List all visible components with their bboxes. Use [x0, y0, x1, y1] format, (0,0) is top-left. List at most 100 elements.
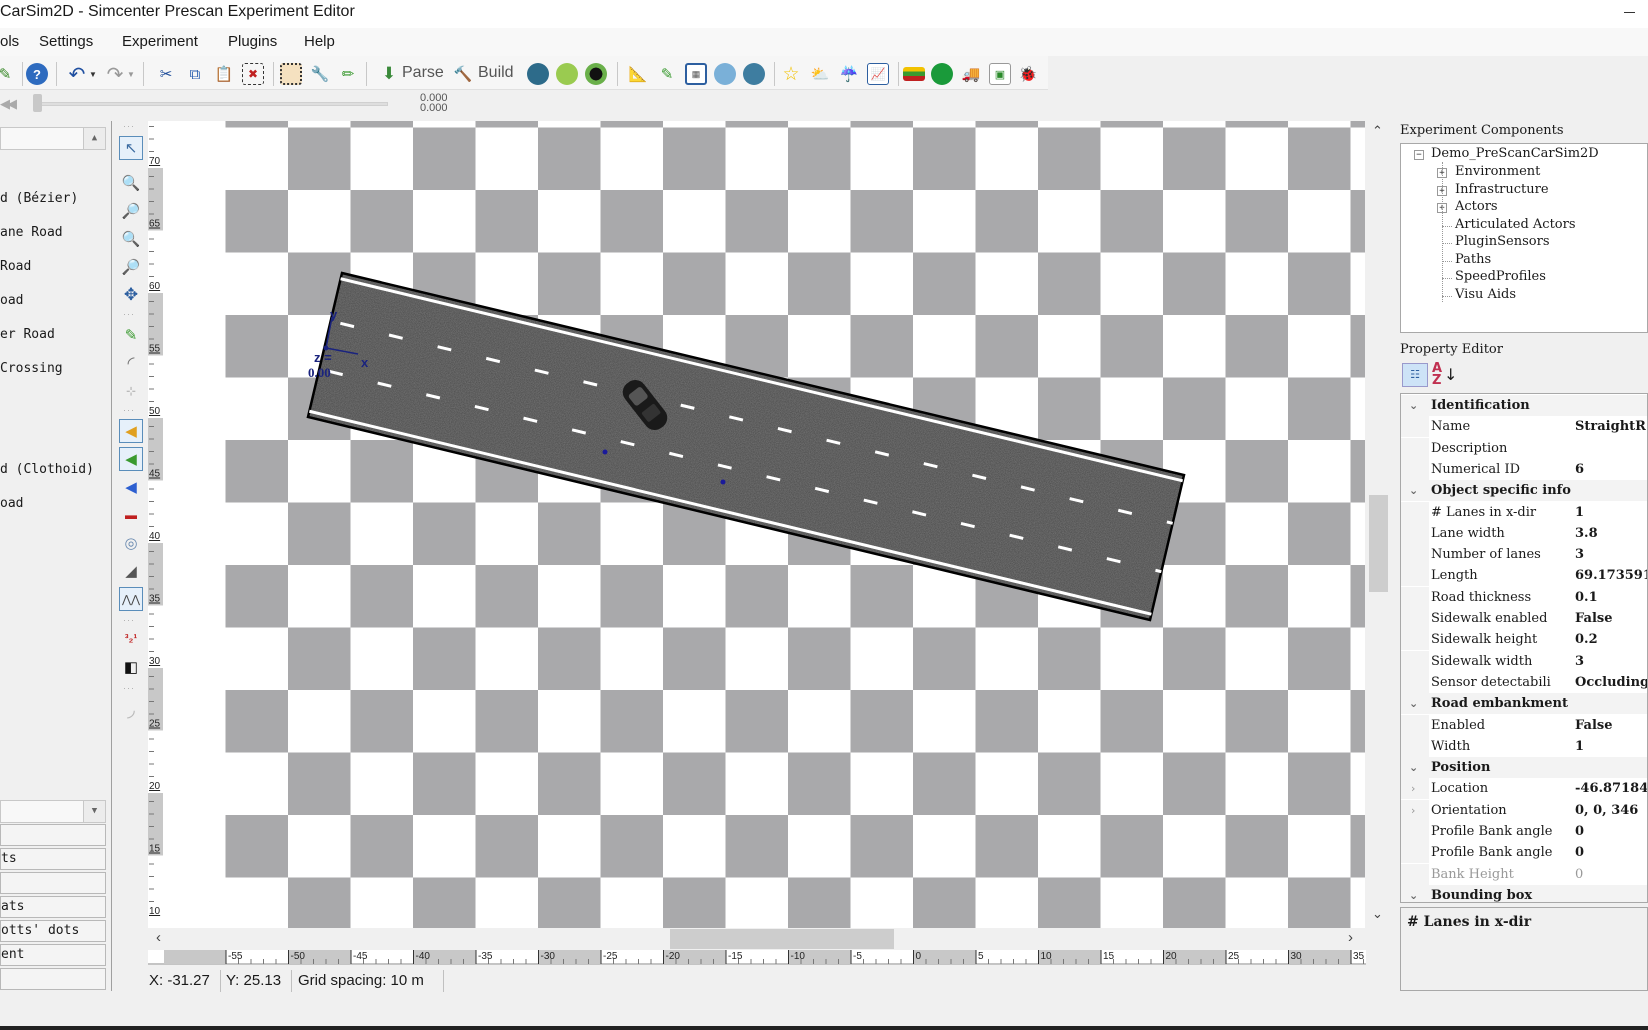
library-item[interactable]: oad — [0, 496, 23, 511]
globe-clock-icon[interactable] — [556, 63, 578, 85]
property-value[interactable]: 69.173591 — [1575, 565, 1647, 586]
property-row[interactable]: Width 1 — [1401, 735, 1647, 757]
light-icon[interactable]: ▬ — [119, 503, 143, 527]
property-value[interactable]: 1 — [1575, 736, 1584, 757]
parse-button[interactable]: Parse — [402, 64, 444, 82]
property-category[interactable]: ⌄ Road embankment — [1401, 693, 1647, 715]
property-value[interactable]: 3 — [1575, 544, 1584, 565]
property-value[interactable]: 3 — [1575, 651, 1584, 672]
library-category-button[interactable] — [0, 824, 106, 846]
property-value[interactable]: StraightR — [1575, 416, 1646, 437]
select-all-icon[interactable] — [280, 63, 302, 85]
property-row[interactable]: Profile Bank angle 0 — [1401, 842, 1647, 864]
select-pointer-icon[interactable]: ↖ — [119, 136, 143, 160]
trajectory-icon[interactable]: ⋀⋀ — [119, 587, 143, 611]
menu-tools[interactable]: ols — [0, 33, 19, 50]
horizontal-scrollbar[interactable]: ‹ › — [148, 928, 1366, 950]
path-waypoint[interactable] — [720, 479, 726, 485]
property-row[interactable]: Lane width 3.8 — [1401, 522, 1647, 544]
pencil-icon[interactable]: ✏ — [337, 63, 359, 85]
tree-node[interactable]: Actors — [1455, 199, 1498, 214]
library-item[interactable]: Road — [0, 259, 31, 274]
redo-dropdown-icon[interactable]: ▼ — [126, 63, 136, 85]
library-item[interactable]: Crossing — [0, 361, 63, 376]
chevron-down-icon[interactable]: ⌄ — [1409, 757, 1418, 778]
library-category-button[interactable]: ent — [0, 944, 106, 966]
property-row[interactable]: Sensor detectabili Occluding — [1401, 671, 1647, 693]
lidar-sensor-icon[interactable]: ◀ — [119, 475, 143, 499]
property-value[interactable]: 0.1 — [1575, 587, 1598, 608]
build-icon[interactable]: 🔨 — [452, 63, 474, 85]
scene-canvas[interactable]: x y z = 0.00 — [163, 121, 1365, 928]
property-value[interactable]: 3.8 — [1575, 523, 1598, 544]
path-waypoint[interactable] — [602, 449, 608, 455]
library-item[interactable]: ane Road — [0, 225, 63, 240]
library-item[interactable]: oad — [0, 293, 23, 308]
globe-camera-icon[interactable] — [527, 63, 549, 85]
property-value[interactable]: 0 — [1575, 842, 1584, 863]
vertical-scroll-thumb[interactable] — [1369, 495, 1388, 592]
property-row[interactable]: Sidewalk height 0.2 — [1401, 629, 1647, 651]
property-value[interactable]: -46.87184 — [1575, 778, 1647, 799]
tree-node[interactable]: Environment — [1455, 164, 1540, 179]
paste-icon[interactable]: 📋 — [213, 63, 235, 85]
property-category[interactable]: ⌄ Bounding box — [1401, 884, 1647, 902]
property-value[interactable]: 0 — [1575, 821, 1584, 842]
library-search-combo[interactable]: ▲ — [0, 127, 106, 150]
property-value[interactable]: 0 — [1575, 864, 1583, 885]
tree-root[interactable]: Demo_PreScanCarSim2D — [1431, 146, 1599, 161]
edit-icon[interactable]: ✎ — [0, 63, 16, 85]
menu-settings[interactable]: Settings — [39, 33, 93, 50]
property-row[interactable]: Profile Bank angle 0 — [1401, 821, 1647, 842]
rain-icon[interactable]: ☔ — [838, 63, 860, 85]
menu-plugins[interactable]: Plugins — [228, 33, 277, 50]
chevron-right-icon[interactable]: › — [1348, 929, 1353, 946]
property-row[interactable]: # Lanes in x-dir 1 — [1401, 501, 1647, 523]
time-slider-handle[interactable] — [33, 94, 42, 112]
globe-wrench-icon[interactable] — [743, 63, 765, 85]
zoom-window-icon[interactable]: 🔎 — [119, 255, 143, 279]
property-row[interactable]: Road thickness 0.1 — [1401, 586, 1647, 608]
collapse-icon[interactable]: − — [1414, 150, 1424, 160]
property-value[interactable]: 0, 0, 346 — [1575, 800, 1638, 821]
property-value[interactable]: 1 — [1575, 502, 1584, 523]
property-value[interactable]: 0.2 — [1575, 629, 1598, 650]
chart-icon[interactable]: 📈 — [867, 63, 889, 85]
library-item[interactable]: d (Clothoid) — [0, 462, 94, 477]
numbering-icon[interactable]: ³₂¹ — [119, 627, 143, 651]
arc-icon[interactable]: ◞ — [119, 697, 143, 721]
tree-node[interactable]: Paths — [1455, 252, 1491, 267]
redo-icon[interactable]: ↷ — [104, 63, 126, 86]
property-row[interactable]: Length 69.173591 — [1401, 565, 1647, 587]
property-value[interactable]: False — [1575, 608, 1612, 629]
scene-view[interactable]: x y z =0.00 — [163, 121, 1365, 928]
library-category-button[interactable] — [0, 872, 106, 894]
truck-icon[interactable]: 🚚 — [960, 63, 982, 85]
library-category-button[interactable]: otts' dots — [0, 920, 106, 942]
rewind-icon[interactable]: ◀◀ — [0, 96, 17, 112]
layers-icon[interactable] — [903, 67, 925, 81]
delete-icon[interactable]: ✖ — [242, 63, 264, 85]
layer-order-icon[interactable]: ◧ — [119, 655, 143, 679]
compass-icon[interactable] — [714, 63, 736, 85]
pan-icon[interactable]: ✥ — [119, 283, 143, 307]
property-row[interactable]: Enabled False — [1401, 714, 1647, 736]
chevron-right-icon[interactable]: › — [1411, 800, 1415, 821]
weather-cloud-icon[interactable]: ⛅ — [809, 63, 831, 85]
property-row[interactable]: Description — [1401, 437, 1647, 459]
undo-icon[interactable]: ↶ — [66, 63, 88, 86]
scroll-up-icon[interactable]: ▲ — [83, 128, 105, 149]
library-category-button[interactable] — [0, 968, 106, 990]
build-button[interactable]: Build — [478, 64, 514, 82]
settings-wrench-icon[interactable]: 🔧 — [309, 63, 331, 85]
grid-icon[interactable]: ▦ — [685, 63, 707, 85]
vertical-scrollbar[interactable]: ⌃ ⌄ — [1366, 121, 1391, 928]
minimize-button[interactable] — [1612, 0, 1648, 28]
cut-icon[interactable]: ✂ — [155, 63, 177, 85]
curved-road-icon[interactable]: ◜ — [119, 351, 143, 375]
horizontal-scroll-thumb[interactable] — [670, 929, 894, 949]
ruler-icon[interactable]: 📐 — [627, 63, 649, 85]
zoom-extent-icon[interactable]: 🔍 — [119, 171, 143, 195]
tunnel-icon[interactable]: ◢ — [119, 559, 143, 583]
tree-node[interactable]: PluginSensors — [1455, 234, 1550, 249]
